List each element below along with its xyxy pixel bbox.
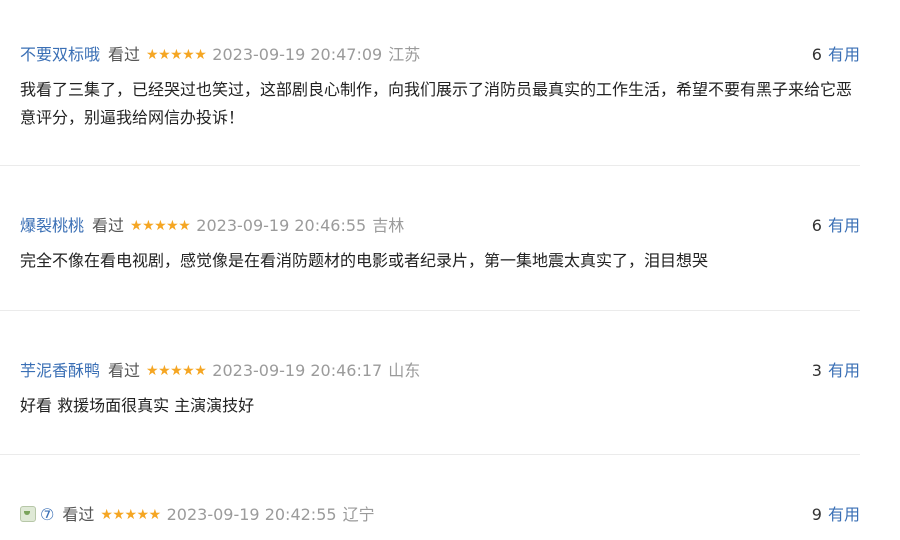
useful-label: 有用 (827, 361, 860, 380)
comment-text: 我看了三集了，已经哭过也笑过，这部剧良心制作，向我们展示了消防员最真实的工作生活… (20, 80, 853, 127)
comment-time: 2023-09-19 20:42:55 (166, 505, 337, 524)
useful-count: 6 (811, 45, 822, 64)
username-link[interactable]: 芋泥香酥鸭 (20, 361, 100, 380)
useful-label: 有用 (827, 505, 860, 524)
useful-count: 6 (811, 216, 822, 235)
useful-vote-button[interactable]: 9 有用 (812, 502, 860, 528)
comment-meta: ⑦ 看过 ★★★★★ 2023-09-19 20:42:55 辽宁 (20, 502, 375, 528)
comment-time: 2023-09-19 20:47:09 (212, 45, 383, 64)
comment-meta: 芋泥香酥鸭 看过 ★★★★★ 2023-09-19 20:46:17 山东 (20, 358, 420, 384)
useful-count: 9 (811, 505, 822, 524)
useful-count: 3 (811, 361, 822, 380)
comment-location: 山东 (388, 361, 421, 380)
comment-meta: 爆裂桃桃 看过 ★★★★★ 2023-09-19 20:46:55 吉林 (20, 213, 404, 239)
comment-meta: 不要双标哦 看过 ★★★★★ 2023-09-19 20:47:09 江苏 (20, 42, 420, 68)
comment-text: 完全不像在看电视剧，感觉像是在看消防题材的电影或者纪录片，第一集地震太真实了，泪… (20, 251, 709, 270)
useful-label: 有用 (827, 45, 860, 64)
username-link[interactable]: 爆裂桃桃 (20, 216, 84, 235)
watch-status: 看过 (108, 361, 141, 380)
divider (0, 165, 860, 166)
comment-location: 辽宁 (342, 505, 375, 524)
divider (0, 454, 860, 455)
useful-label: 有用 (827, 216, 860, 235)
username-link[interactable]: 不要双标哦 (20, 45, 100, 64)
rating-stars-icon: ★★★★★ (146, 47, 207, 63)
comment-time: 2023-09-19 20:46:17 (212, 361, 383, 380)
watch-status: 看过 (92, 216, 125, 235)
useful-vote-button[interactable]: 6 有用 (812, 42, 860, 68)
rating-stars-icon: ★★★★★ (100, 507, 161, 523)
comment-text: 好看 救援场面很真实 主演演技好 (20, 396, 255, 415)
comment-location: 吉林 (372, 216, 405, 235)
watch-status: 看过 (62, 505, 95, 524)
comment-time: 2023-09-19 20:46:55 (196, 216, 367, 235)
useful-vote-button[interactable]: 3 有用 (812, 358, 860, 384)
tea-cup-icon (20, 506, 36, 522)
rating-stars-icon: ★★★★★ (130, 218, 191, 234)
username-link[interactable]: ⑦ (40, 505, 54, 524)
watch-status: 看过 (108, 45, 141, 64)
useful-vote-button[interactable]: 6 有用 (812, 213, 860, 239)
divider (0, 310, 860, 311)
rating-stars-icon: ★★★★★ (146, 363, 207, 379)
comment-location: 江苏 (388, 45, 421, 64)
